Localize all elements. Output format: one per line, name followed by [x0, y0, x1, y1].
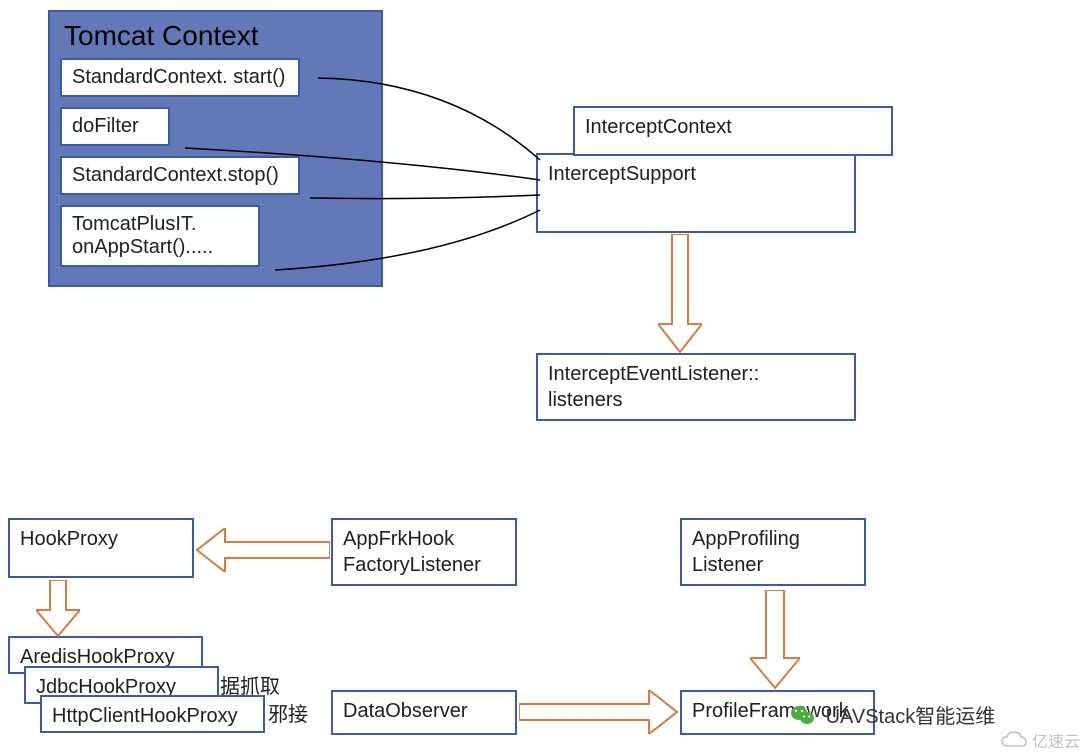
box-hook-proxy: HookProxy — [8, 518, 194, 578]
arrow-intercept-support-to-listener — [658, 234, 702, 354]
wechat-icon — [790, 704, 816, 732]
watermark-yisu-label: 亿速云 — [1032, 728, 1080, 752]
box-standard-context-start: StandardContext. start() — [60, 58, 300, 97]
container-title: Tomcat Context — [60, 20, 371, 52]
box-intercept-event-listener: InterceptEventListener:: listeners — [536, 353, 856, 421]
annotation-text2: 邪接 — [268, 698, 308, 727]
box-app-frk-hook: AppFrkHook FactoryListener — [331, 518, 517, 586]
box-tomcat-plus-it: TomcatPlusIT. onAppStart()..... — [60, 205, 260, 267]
tomcat-context-container: Tomcat Context StandardContext. start() … — [48, 10, 383, 287]
box-http-client-hook-proxy: HttpClientHookProxy — [40, 695, 265, 733]
box-app-profiling: AppProfiling Listener — [680, 518, 866, 586]
arrow-hookproxy-to-aredis — [36, 580, 80, 638]
arrow-appprofiling-to-profileframework — [750, 590, 800, 690]
cloud-icon — [1000, 730, 1028, 750]
box-dofilter: doFilter — [60, 107, 170, 146]
box-intercept-support: InterceptSupport — [536, 153, 856, 233]
watermark-uavstack: UAVStack智能运维 — [790, 700, 995, 732]
box-intercept-context: InterceptContext — [573, 106, 893, 156]
annotation-text1: 据抓取 — [220, 670, 280, 699]
arrow-appfrk-to-hookproxy — [195, 528, 330, 572]
watermark-yisu: 亿速云 — [1000, 728, 1080, 752]
arrow-dataobserver-to-profileframework — [519, 690, 679, 734]
watermark-uavstack-label: UAVStack智能运维 — [826, 706, 996, 728]
box-data-observer: DataObserver — [331, 690, 517, 735]
box-standard-context-stop: StandardContext.stop() — [60, 156, 300, 195]
